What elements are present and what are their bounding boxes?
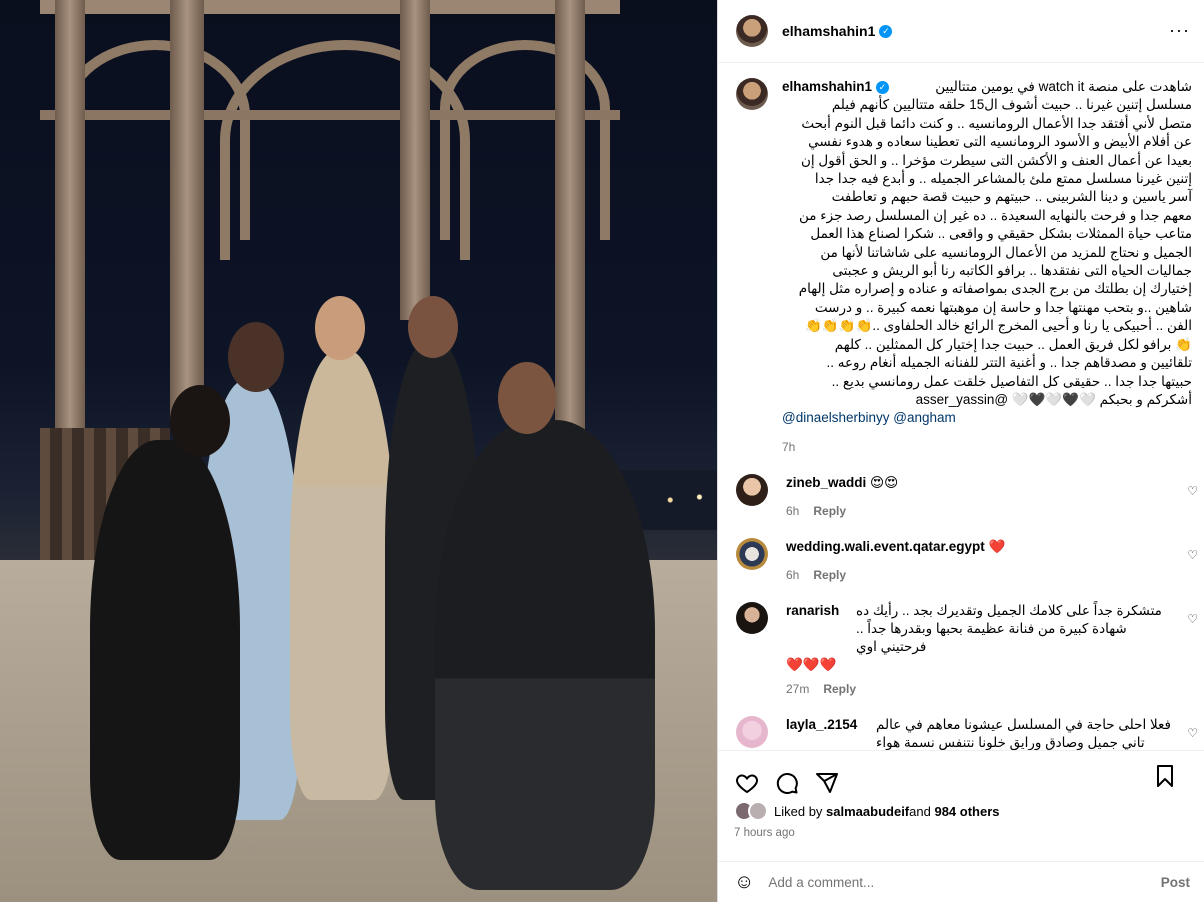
like-icon[interactable] xyxy=(734,770,760,796)
commenter-avatar[interactable] xyxy=(736,538,768,571)
comment-time: 6h xyxy=(786,568,800,583)
caption-mentions[interactable]: @dinaelsherbinyy @angham xyxy=(782,409,1192,427)
gazebo-pillar xyxy=(170,0,204,420)
caption-time: 7h xyxy=(782,439,796,454)
author-username[interactable]: elhamshahin1 xyxy=(782,23,875,39)
commenter-username[interactable]: wedding.wali.event.qatar.egypt xyxy=(786,539,985,554)
commenter-username[interactable]: ranarish xyxy=(786,602,839,620)
comment-item: layla_.2154 فعلا احلى حاجة في المسلسل عي… xyxy=(736,716,1198,750)
gazebo-pillar xyxy=(555,0,585,440)
posted-time: 7 hours ago xyxy=(734,827,795,839)
liker-avatar xyxy=(748,801,768,821)
share-icon[interactable] xyxy=(814,770,840,796)
likes-summary: Liked by salmaabudeif and 984 others xyxy=(734,801,1000,821)
person xyxy=(435,420,655,890)
caption-line: شاهدت على منصة watch it في يومين متتاليي… xyxy=(935,79,1192,94)
caption-line: متصل لأني أفتقد جدا الأعمال الرومانسيه .… xyxy=(801,115,1192,131)
like-comment-icon[interactable]: ♡ xyxy=(1187,612,1198,626)
caption-line: إختيارك إن بطلتك من برج الجدى بمواصفاته … xyxy=(798,281,1192,297)
action-bar xyxy=(718,750,1204,802)
gazebo-pillar xyxy=(400,0,430,320)
post-sidebar: elhamshahin1 ✓ ··· elhamshahin1 ✓ شاهدت ع… xyxy=(717,0,1204,902)
add-comment-bar: ☺ Add a comment... Post xyxy=(718,861,1204,902)
commenter-avatar[interactable] xyxy=(736,602,768,635)
like-comment-icon[interactable]: ♡ xyxy=(1187,726,1198,740)
caption-line: إتنين غيرنا مسلسل ممتع ملئ بالمشاعر الجم… xyxy=(814,171,1192,187)
comment-icon[interactable] xyxy=(774,770,800,796)
caption-line: الفن .. أحبيكى يا رنا و أحيى المخرج الرا… xyxy=(805,318,1192,334)
person-head xyxy=(315,296,365,360)
more-options-icon[interactable]: ··· xyxy=(1169,20,1190,41)
caption-line: الجميل و نحتاج للمزيد من الأعمال الرومان… xyxy=(820,244,1192,260)
caption-line: تلقائيين و مصدقاهم جدا .. و أغنية التتر … xyxy=(826,355,1192,371)
like-comment-icon[interactable]: ♡ xyxy=(1187,484,1198,498)
caption-line: آسر ياسين و دينا الشربينى .. حبيتهم و حب… xyxy=(831,189,1192,205)
caption-line: عن أفلام الأبيض و الأسود الرومانسيه التى… xyxy=(808,134,1192,150)
person-head xyxy=(498,362,556,434)
caption-line: 👏 برافو لكل فريق العمل .. حبيت جدا إختيا… xyxy=(834,336,1192,352)
reply-button[interactable]: Reply xyxy=(813,568,846,582)
caption-line: معهم جدا و فرحت بالنهايه السعيدة .. ده غ… xyxy=(799,207,1192,223)
person xyxy=(90,440,240,860)
reply-button[interactable]: Reply xyxy=(823,682,856,696)
author-avatar[interactable] xyxy=(736,15,768,47)
liked-by-suffix: and xyxy=(909,803,931,819)
caption-line: حبيتها جدا جدا .. حقيقى كل التفاصيل خلقت… xyxy=(831,373,1192,389)
comment-text: 😍😍 xyxy=(870,475,899,491)
comment-text: ❤️ xyxy=(988,539,1006,555)
verified-icon: ✓ xyxy=(879,24,893,38)
person-head xyxy=(408,296,458,358)
verified-icon: ✓ xyxy=(876,81,890,94)
commenter-avatar[interactable] xyxy=(736,474,768,507)
author-avatar[interactable] xyxy=(736,78,768,110)
comment-time: 6h xyxy=(786,504,800,519)
caption-line: متاعب حياة الممثلات بشكل حقيقي و واقعى .… xyxy=(810,226,1192,242)
likes-count[interactable]: 984 others xyxy=(934,804,999,819)
like-comment-icon[interactable]: ♡ xyxy=(1187,548,1198,562)
comment-text: متشكرة جداً على كلامك الجميل وتقديرك بجد… xyxy=(856,603,1162,655)
gazebo-roof xyxy=(40,0,620,120)
caption-username[interactable]: elhamshahin1 xyxy=(782,79,872,94)
comment-item: ranarish متشكرة جداً على كلامك الجميل وت… xyxy=(736,602,1198,698)
post-photo[interactable] xyxy=(0,0,717,902)
save-icon[interactable] xyxy=(1152,763,1178,789)
caption-line: مسلسل إتنين غيرنا .. حبيت أشوف ال15 حلقه… xyxy=(831,97,1192,113)
liked-by-prefix: Liked by xyxy=(774,803,823,819)
comment-item: wedding.wali.event.qatar.egypt ❤️ 6h Repl… xyxy=(736,538,1198,584)
emoji-icon[interactable]: ☺ xyxy=(734,871,754,894)
person-head xyxy=(170,385,230,457)
caption-line: شاهين ..و بتحب مهنتها جدا و حاسة إن موهب… xyxy=(814,299,1192,315)
commenter-username[interactable]: zineb_waddi xyxy=(786,475,866,490)
comment-item: zineb_waddi 😍😍 6h Reply ♡ xyxy=(736,474,1198,520)
caption-line: جماليات الحياه التى نفتقدها .. برافو الك… xyxy=(832,263,1192,279)
commenter-username[interactable]: layla_.2154 xyxy=(786,717,857,732)
liked-by-user[interactable]: salmaabudeif xyxy=(826,804,909,819)
caption-line: بعيدا عن أعمال العنف و الأكشن التى سيطرت… xyxy=(800,152,1192,168)
post-button[interactable]: Post xyxy=(1161,875,1190,890)
post-modal: elhamshahin1 ✓ ··· elhamshahin1 ✓ شاهدت ع… xyxy=(0,0,1204,902)
person xyxy=(290,350,395,800)
commenter-avatar[interactable] xyxy=(736,716,768,749)
gazebo-pillar xyxy=(55,0,85,440)
post-header: elhamshahin1 ✓ ··· xyxy=(718,0,1204,63)
caption-text: elhamshahin1 ✓ شاهدت على منصة watch it في… xyxy=(782,78,1192,428)
reply-button[interactable]: Reply xyxy=(813,504,846,518)
comment-time: 27m xyxy=(786,682,810,697)
caption-line: أشكركم و بحبكم 🤍🖤🤍🖤🤍 @asser_yassin xyxy=(915,391,1192,407)
person-head xyxy=(228,322,284,392)
post-caption: elhamshahin1 ✓ شاهدت على منصة watch it في… xyxy=(736,78,1192,456)
comment-input[interactable]: Add a comment... xyxy=(768,875,1160,890)
comment-emojis: ❤️❤️❤️ xyxy=(786,657,837,673)
comments-list[interactable]: elhamshahin1 ✓ شاهدت على منصة watch it في… xyxy=(718,64,1204,750)
